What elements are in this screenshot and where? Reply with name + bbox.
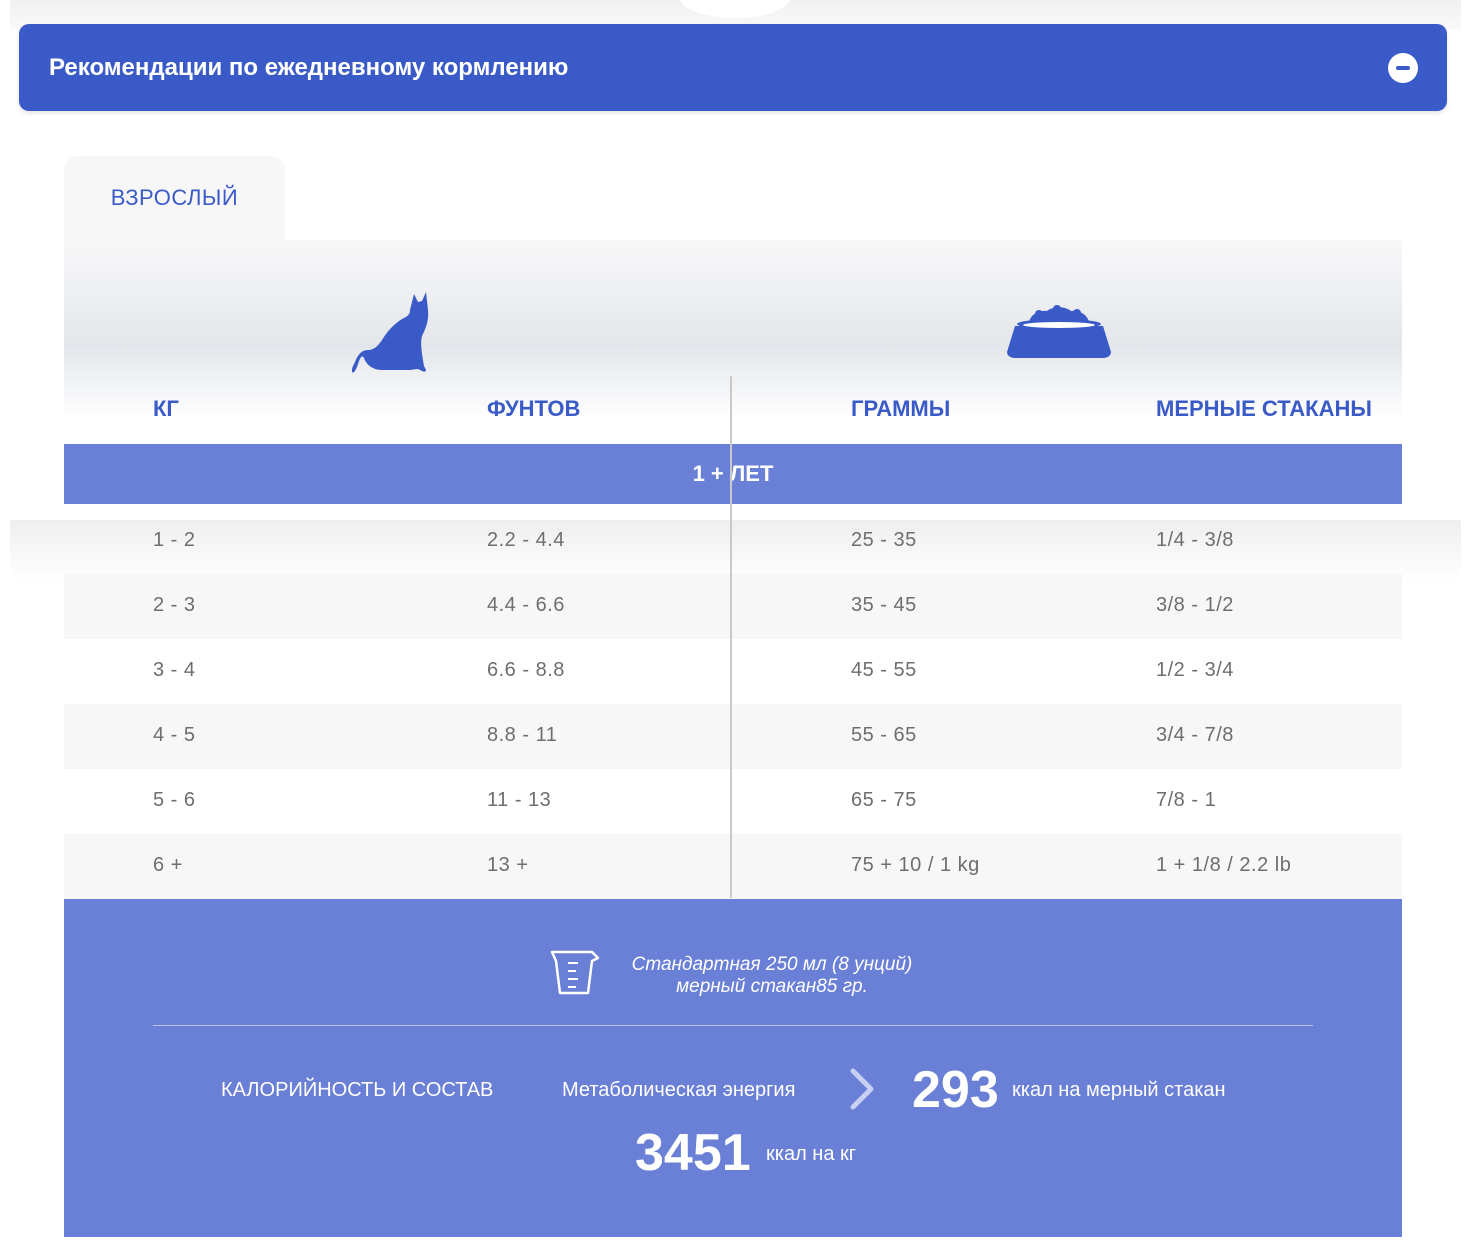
cell-lbs: 13 + (487, 854, 529, 876)
cell-kg: 2 - 3 (153, 594, 196, 616)
table-row: 3 - 4 6.6 - 8.8 45 - 55 1/2 - 3/4 (64, 639, 1402, 704)
metabolic-energy-label: Метаболическая энергия (562, 1079, 796, 1101)
cup-note-line2: мерный стакан85 гр. (676, 976, 868, 997)
cell-grams: 25 - 35 (851, 529, 917, 551)
cat-icon (352, 292, 429, 373)
col-header-lbs: ФУНТОВ (487, 396, 581, 421)
cup-note: Стандартная 250 мл (8 унций) мерный стак… (624, 954, 920, 998)
feeding-table-body: 1 - 2 2.2 - 4.4 25 - 35 1/4 - 3/8 2 - 3 … (64, 509, 1402, 899)
cell-lbs: 11 - 13 (487, 789, 552, 811)
kcal-per-cup-value: 293 (912, 1061, 999, 1119)
cell-cups: 3/4 - 7/8 (1156, 724, 1234, 746)
col-header-cups: МЕРНЫЕ СТАКАНЫ (1156, 396, 1372, 421)
cell-kg: 5 - 6 (153, 789, 196, 811)
cell-cups: 3/8 - 1/2 (1156, 594, 1234, 616)
accordion-title: Рекомендации по ежедневному кормлению (49, 53, 569, 81)
column-divider (730, 376, 732, 898)
cell-cups: 7/8 - 1 (1156, 789, 1217, 811)
kcal-per-kg-value: 3451 (635, 1124, 751, 1182)
cell-kg: 6 + (153, 854, 183, 876)
cell-grams: 35 - 45 (851, 594, 917, 616)
table-row: 6 + 13 + 75 + 10 / 1 kg 1 + 1/8 / 2.2 lb (64, 834, 1402, 899)
cell-kg: 3 - 4 (153, 659, 196, 681)
cell-lbs: 4.4 - 6.6 (487, 594, 565, 616)
col-header-kg: КГ (153, 396, 179, 421)
minus-circle-icon[interactable] (1388, 53, 1418, 83)
cell-lbs: 2.2 - 4.4 (487, 529, 565, 551)
calorie-footer: Стандартная 250 мл (8 унций) мерный стак… (64, 899, 1402, 1237)
table-row: 4 - 5 8.8 - 11 55 - 65 3/4 - 7/8 (64, 704, 1402, 769)
cell-lbs: 6.6 - 8.8 (487, 659, 565, 681)
age-group-band: 1 + ЛЕТ (64, 444, 1402, 504)
cell-cups: 1/4 - 3/8 (1156, 529, 1234, 551)
calorie-heading: КАЛОРИЙНОСТЬ И СОСТАВ (221, 1079, 494, 1101)
age-group-label: 1 + ЛЕТ (692, 461, 774, 486)
feeding-accordion-header[interactable]: Рекомендации по ежедневному кормлению (19, 24, 1447, 111)
table-header: КГ ФУНТОВ ГРАММЫ МЕРНЫЕ СТАКАНЫ (64, 240, 1402, 444)
cup-note-line1: Стандартная 250 мл (8 унций) (631, 954, 913, 975)
cell-kg: 4 - 5 (153, 724, 196, 746)
cell-kg: 1 - 2 (153, 529, 196, 551)
cell-cups: 1 + 1/8 / 2.2 lb (1156, 854, 1292, 876)
table-row: 2 - 3 4.4 - 6.6 35 - 45 3/8 - 1/2 (64, 574, 1402, 639)
table-row: 5 - 6 11 - 13 65 - 75 7/8 - 1 (64, 769, 1402, 834)
measuring-cup-icon (550, 950, 600, 995)
table-row: 1 - 2 2.2 - 4.4 25 - 35 1/4 - 3/8 (64, 509, 1402, 574)
kcal-per-kg-unit: ккал на кг (766, 1143, 857, 1165)
kcal-per-cup-unit: ккал на мерный стакан (1012, 1079, 1226, 1101)
cell-cups: 1/2 - 3/4 (1156, 659, 1234, 681)
tab-adult-label: ВЗРОСЛЫЙ (110, 185, 239, 210)
chevron-right-icon (850, 1068, 874, 1110)
cell-grams: 75 + 10 / 1 kg (851, 854, 980, 876)
cell-grams: 65 - 75 (851, 789, 917, 811)
cell-lbs: 8.8 - 11 (487, 724, 558, 746)
cell-grams: 45 - 55 (851, 659, 917, 681)
food-bowl-icon (1007, 305, 1111, 358)
footer-divider (153, 1025, 1313, 1026)
tab-adult[interactable]: ВЗРОСЛЫЙ (64, 156, 285, 246)
col-header-grams: ГРАММЫ (851, 396, 951, 421)
cell-grams: 55 - 65 (851, 724, 917, 746)
